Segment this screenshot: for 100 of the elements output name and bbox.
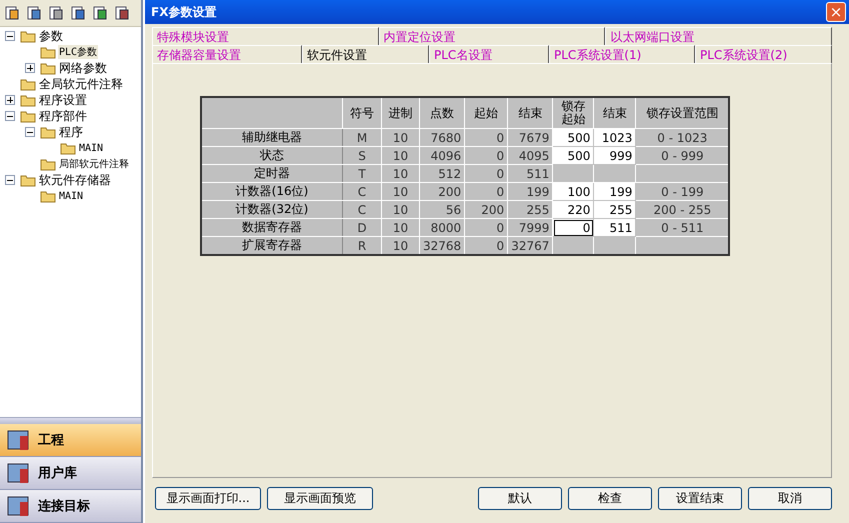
tab[interactable]: PLC系统设置(2)	[695, 45, 832, 63]
tab[interactable]: PLC名设置	[429, 45, 549, 63]
column-header: 符号	[342, 97, 382, 128]
expand-toggle-icon[interactable]	[25, 127, 35, 137]
tree-item[interactable]: MAIN	[58, 190, 84, 202]
latch-start-field[interactable]: 100	[552, 182, 594, 200]
table-cell: 512	[420, 164, 465, 182]
close-button[interactable]: ×	[826, 2, 846, 22]
expand-toggle-icon[interactable]	[5, 111, 15, 121]
column-header: 起始	[464, 97, 508, 128]
table-cell: 4095	[508, 146, 553, 164]
expand-toggle-icon[interactable]	[5, 95, 15, 105]
folder-icon	[40, 45, 56, 59]
table-cell: T	[342, 164, 382, 182]
tree-item[interactable]: 程序设置	[38, 92, 88, 108]
latch-start-field[interactable]: 500	[552, 146, 594, 164]
tree-item[interactable]: 参数	[38, 28, 64, 44]
table-cell: C	[342, 182, 382, 200]
column-header: 点数	[420, 97, 465, 128]
tab[interactable]: PLC系统设置(1)	[549, 45, 695, 63]
toolbar-icon[interactable]	[70, 5, 86, 21]
column-header: 结束	[594, 97, 636, 128]
table-cell: 32767	[508, 236, 553, 255]
table-cell: 32768	[420, 236, 465, 255]
row-header: 辅助继电器	[201, 128, 342, 146]
table-cell: 7680	[420, 128, 465, 146]
row-header: 计数器(32位)	[201, 200, 342, 218]
splitter-handle[interactable]	[0, 417, 141, 424]
column-header: 进制	[382, 97, 420, 128]
table-cell: 0 - 511	[636, 218, 730, 236]
nav-item[interactable]: 用户库	[0, 457, 141, 490]
table-cell: D	[342, 218, 382, 236]
table-cell: 200	[464, 200, 508, 218]
table-cell: 199	[508, 182, 553, 200]
table-cell: 10	[382, 182, 420, 200]
nav-item[interactable]: 工程	[0, 424, 141, 457]
tree-item[interactable]: PLC参数	[58, 45, 98, 59]
table-cell: 10	[382, 146, 420, 164]
expand-toggle-icon[interactable]	[25, 63, 35, 73]
toolbar-icon[interactable]	[26, 5, 42, 21]
toolbar-icon[interactable]	[48, 5, 64, 21]
toolbar-icon[interactable]	[114, 5, 130, 21]
latch-end-field[interactable]: 511	[594, 218, 636, 236]
dialog-button[interactable]: 默认	[478, 487, 562, 510]
table-cell: 0	[464, 164, 508, 182]
folder-icon	[40, 157, 56, 171]
folder-icon	[40, 125, 56, 139]
tree-item[interactable]: 软元件存储器	[38, 172, 112, 188]
table-cell: 0 - 199	[636, 182, 730, 200]
latch-end-field[interactable]: 255	[594, 200, 636, 218]
table-cell: 0 - 999	[636, 146, 730, 164]
table-cell: 0	[464, 236, 508, 255]
table-cell: 10	[382, 128, 420, 146]
table-cell: 10	[382, 200, 420, 218]
latch-start-field[interactable]: 500	[552, 128, 594, 146]
latch-end-field[interactable]: 999	[594, 146, 636, 164]
column-header: 锁存设置范围	[636, 97, 730, 128]
nav-item[interactable]: 连接目标	[0, 490, 141, 523]
row-header: 状态	[201, 146, 342, 164]
dialog-button[interactable]: 取消	[748, 487, 832, 510]
folder-icon	[20, 173, 36, 187]
expand-toggle-icon[interactable]	[5, 175, 15, 185]
tree-item[interactable]: 程序	[58, 124, 84, 140]
table-cell: 0	[464, 218, 508, 236]
table-cell: 200 - 255	[636, 200, 730, 218]
table-cell: 0	[464, 182, 508, 200]
table-cell: 4096	[420, 146, 465, 164]
tree-item[interactable]: 网络参数	[58, 60, 108, 76]
dialog-button[interactable]: 设置结束	[658, 487, 742, 510]
row-header: 数据寄存器	[201, 218, 342, 236]
window-title: FX参数设置	[151, 4, 216, 20]
tree-item[interactable]: MAIN	[78, 142, 104, 154]
folder-icon	[20, 29, 36, 43]
latch-start-field[interactable]: 0	[552, 218, 594, 236]
latch-start-field[interactable]: 220	[552, 200, 594, 218]
toolbar-icon[interactable]	[4, 5, 20, 21]
tab[interactable]: 存储器容量设置	[152, 45, 302, 63]
dialog-button[interactable]: 显示画面预览	[267, 487, 373, 510]
toolbar-icon[interactable]	[92, 5, 108, 21]
table-cell: 10	[382, 218, 420, 236]
row-header: 扩展寄存器	[201, 236, 342, 255]
row-header: 计数器(16位)	[201, 182, 342, 200]
tree-item[interactable]: 程序部件	[38, 108, 88, 124]
tab[interactable]: 软元件设置	[302, 45, 429, 63]
latch-end-field[interactable]: 1023	[594, 128, 636, 146]
column-header: 结束	[508, 97, 553, 128]
tree-item[interactable]: 全局软元件注释	[38, 76, 124, 92]
tab[interactable]: 以太网端口设置	[605, 27, 832, 45]
table-cell: 200	[420, 182, 465, 200]
table-cell: R	[342, 236, 382, 255]
tree-item[interactable]: 局部软元件注释	[58, 157, 130, 171]
row-header: 定时器	[201, 164, 342, 182]
folder-icon	[20, 109, 36, 123]
dialog-button[interactable]: 显示画面打印...	[155, 487, 261, 510]
table-cell: 10	[382, 164, 420, 182]
latch-end-field[interactable]: 199	[594, 182, 636, 200]
expand-toggle-icon[interactable]	[5, 31, 15, 41]
table-cell: 255	[508, 200, 553, 218]
table-cell: 56	[420, 200, 465, 218]
dialog-button[interactable]: 检查	[568, 487, 652, 510]
